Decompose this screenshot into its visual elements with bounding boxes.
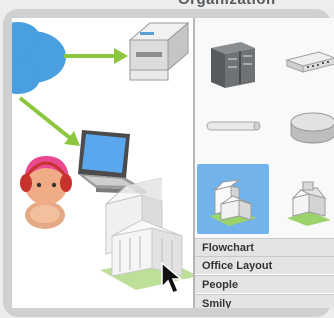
disk-storage-icon [290,112,334,144]
palette-header-title: Organization [178,0,334,9]
small-building-icon [287,181,331,226]
category-office-layout[interactable]: Office Layout [195,256,334,274]
person-shape[interactable] [20,156,72,229]
palette-item-disk[interactable] [267,98,334,168]
palette-item-server[interactable] [197,26,269,96]
category-flowchart[interactable]: Flowchart [195,238,334,256]
shape-palette: Flowchart Office Layout People Smily [193,18,334,308]
palette-item-cable[interactable] [197,98,269,168]
palette-item-office-building[interactable] [197,164,269,234]
category-people[interactable]: People [195,275,334,293]
mouse-cursor-icon [161,262,184,294]
connector-arrow[interactable] [64,48,128,64]
palette-item-small-building[interactable] [267,164,334,234]
cloud-shape[interactable] [12,22,66,94]
office-building-icon [209,179,257,226]
palette-item-switch[interactable] [267,26,334,96]
cable-bar-icon [206,121,261,131]
category-smily[interactable]: Smily [195,294,334,308]
printer-shape[interactable] [128,21,190,81]
connector-arrow[interactable] [18,96,80,146]
network-switch-icon [285,51,334,73]
server-rack-icon [211,42,255,88]
